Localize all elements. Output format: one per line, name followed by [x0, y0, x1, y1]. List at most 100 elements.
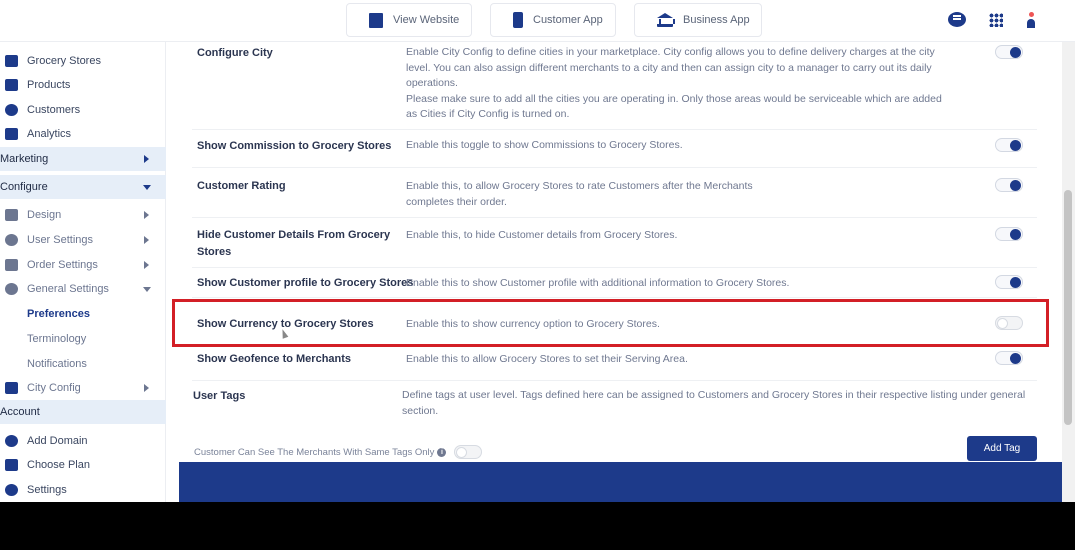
sidebar-item-design[interactable]: Design — [0, 203, 166, 227]
bottom-blue-panel — [179, 462, 1062, 502]
configure-city-toggle[interactable] — [995, 45, 1023, 59]
setting-description: Enable City Config to define cities in y… — [406, 45, 951, 123]
setting-title: Configure City — [197, 47, 273, 59]
customers-icon — [5, 104, 18, 116]
same-tags-toggle[interactable] — [454, 445, 483, 459]
setting-row-customer-rating: Customer Rating Enable this, to allow Gr… — [192, 168, 1037, 218]
setting-row-show-customer-profile: Show Customer profile to Grocery Stores … — [192, 268, 1037, 298]
view-website-button[interactable]: View Website — [346, 3, 472, 37]
sidebar-item-label: Notifications — [27, 358, 87, 370]
chevron-right-icon — [144, 261, 149, 269]
top-bar: View Website Customer App Business App — [0, 0, 1075, 42]
setting-description: Enable this, to hide Customer details fr… — [406, 229, 678, 241]
sidebar-item-label: City Config — [27, 382, 81, 394]
setting-row-show-geofence: Show Geofence to Merchants Enable this t… — [192, 348, 1037, 381]
sidebar-item-notifications[interactable]: Notifications — [0, 352, 166, 376]
domain-icon — [5, 435, 18, 447]
sidebar-item-settings[interactable]: Settings — [0, 478, 166, 502]
sidebar-item-label: Terminology — [27, 333, 87, 345]
business-app-label: Business App — [683, 14, 750, 26]
scrollbar-thumb[interactable] — [1064, 190, 1072, 425]
city-icon — [5, 382, 18, 394]
store-icon — [5, 55, 18, 67]
chevron-down-icon — [143, 185, 151, 190]
setting-title: Show Geofence to Merchants — [197, 353, 352, 365]
sidebar-item-label: Preferences — [27, 308, 90, 320]
sidebar-section-label: Marketing — [0, 153, 49, 165]
view-website-label: View Website — [393, 14, 460, 26]
sidebar-item-label: Order Settings — [27, 259, 98, 271]
chat-support-icon[interactable] — [948, 12, 966, 27]
setting-title: Show Commission to Grocery Stores — [197, 140, 392, 152]
sidebar-item-customers[interactable]: Customers — [0, 98, 166, 122]
customer-app-label: Customer App — [533, 14, 603, 26]
setting-row-configure-city: Configure City Enable City Config to def… — [192, 42, 1037, 130]
user-settings-icon — [5, 234, 18, 246]
sidebar-section-configure[interactable]: Configure — [0, 175, 166, 199]
customer-rating-toggle[interactable] — [995, 178, 1023, 192]
sidebar-item-label: User Settings — [27, 234, 94, 246]
sidebar-item-label: Choose Plan — [27, 459, 90, 471]
chevron-right-icon — [144, 155, 149, 163]
chevron-right-icon — [144, 236, 149, 244]
sidebar-item-label: Products — [27, 79, 71, 91]
business-app-button[interactable]: Business App — [634, 3, 762, 37]
chevron-down-icon — [143, 287, 151, 292]
settings-icon — [5, 484, 18, 496]
sidebar-item-terminology[interactable]: Terminology — [0, 327, 166, 351]
setting-title: User Tags — [193, 390, 246, 402]
setting-description: Enable this to show Customer profile wit… — [406, 277, 790, 289]
gear-icon — [5, 283, 18, 295]
sidebar-item-city-config[interactable]: City Config — [0, 376, 166, 400]
setting-description-line: Please make sure to add all the cities y… — [406, 92, 942, 121]
show-customer-profile-toggle[interactable] — [995, 275, 1023, 289]
sidebar-section-marketing[interactable]: Marketing — [0, 147, 166, 171]
chevron-right-icon — [144, 384, 149, 392]
user-profile-icon[interactable] — [1027, 12, 1039, 30]
sidebar-item-products[interactable]: Products — [0, 73, 166, 97]
plan-icon — [5, 459, 18, 471]
sidebar-item-label: Settings — [27, 484, 67, 496]
website-icon — [369, 12, 383, 28]
highlight-box — [172, 299, 1049, 347]
sidebar-item-analytics[interactable]: Analytics — [0, 122, 166, 146]
same-tags-option: Customer Can See The Merchants With Same… — [194, 445, 483, 459]
setting-description-line: Enable City Config to define cities in y… — [406, 46, 935, 89]
sidebar: Grocery Stores Products Customers Analyt… — [0, 42, 166, 502]
setting-title: Hide Customer Details From Grocery Store… — [197, 229, 391, 258]
sidebar-item-order-settings[interactable]: Order Settings — [0, 253, 166, 277]
sidebar-item-preferences[interactable]: Preferences — [0, 302, 166, 326]
products-icon — [5, 79, 18, 91]
show-commission-toggle[interactable] — [995, 138, 1023, 152]
apps-grid-icon[interactable] — [989, 13, 1003, 27]
sidebar-item-label: Add Domain — [27, 435, 88, 447]
setting-description: Enable this to allow Grocery Stores to s… — [406, 353, 688, 365]
sidebar-section-label: Account — [0, 406, 40, 418]
setting-row-user-tags: User Tags Define tags at user level. Tag… — [188, 381, 1033, 431]
add-tag-button[interactable]: Add Tag — [967, 436, 1037, 461]
chevron-right-icon — [144, 211, 149, 219]
setting-description: Define tags at user level. Tags defined … — [402, 389, 1026, 417]
bank-icon — [657, 13, 675, 27]
sidebar-item-general-settings[interactable]: General Settings — [0, 277, 166, 301]
order-settings-icon — [5, 259, 18, 271]
mobile-icon — [513, 12, 523, 28]
sidebar-section-account[interactable]: Account — [0, 400, 166, 424]
setting-description: Enable this, to allow Grocery Stores to … — [406, 180, 753, 208]
sidebar-item-choose-plan[interactable]: Choose Plan — [0, 453, 166, 477]
show-geofence-toggle[interactable] — [995, 351, 1023, 365]
sidebar-item-label: Customers — [27, 104, 81, 116]
sidebar-item-label: General Settings — [27, 283, 109, 295]
hide-customer-details-toggle[interactable] — [995, 227, 1023, 241]
sidebar-item-add-domain[interactable]: Add Domain — [0, 429, 166, 453]
customer-app-button[interactable]: Customer App — [490, 3, 616, 37]
sidebar-item-label: Design — [27, 209, 62, 221]
sidebar-section-label: Configure — [0, 181, 48, 193]
sidebar-item-label: Analytics — [27, 128, 72, 140]
info-icon[interactable]: i — [437, 447, 447, 457]
setting-row-show-commission: Show Commission to Grocery Stores Enable… — [192, 130, 1037, 168]
sidebar-item-user-settings[interactable]: User Settings — [0, 228, 166, 252]
setting-description: Enable this toggle to show Commissions t… — [406, 139, 683, 151]
sidebar-item-grocery-stores[interactable]: Grocery Stores — [0, 49, 166, 73]
setting-title: Customer Rating — [197, 180, 286, 192]
